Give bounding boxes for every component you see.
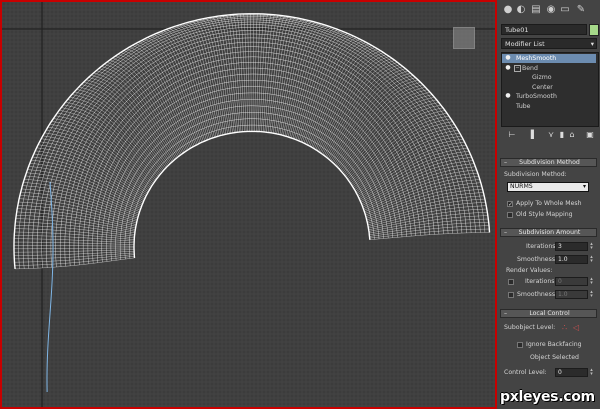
chevron-down-icon: ▾ [590, 40, 594, 48]
render-smoothness-spinner[interactable]: 1.0 [555, 290, 588, 299]
spinner-arrows-icon[interactable]: ▴ ▾ [589, 368, 594, 377]
old-style-mapping-checkbox[interactable] [507, 212, 513, 218]
spinner-arrows-icon[interactable]: ▴ ▾ [589, 290, 594, 299]
object-selected-label: Object Selected [530, 354, 579, 361]
subdivision-method-rollout[interactable]: – Subdivision Method [500, 158, 597, 167]
create-tab-icon[interactable]: ● [502, 4, 514, 16]
trash-icon[interactable]: ⌂ [567, 130, 577, 140]
ignore-backfacing-label: Ignore Backfacing [526, 341, 582, 348]
smoothness-spinner[interactable]: 1.0 [555, 255, 588, 264]
lightbulb-icon[interactable]: ● [505, 55, 511, 61]
show-end-result-icon[interactable]: ▌ [529, 130, 539, 140]
utilities-tab-icon[interactable]: ✎ [575, 4, 587, 16]
spinner-arrows-icon[interactable]: ▴ ▾ [589, 277, 594, 286]
stack-item-label: Gizmo [532, 74, 552, 81]
control-level-spinner[interactable]: 0 [555, 368, 588, 377]
control-level-label: Control Level: [504, 369, 547, 376]
lightbulb-icon[interactable]: ● [505, 93, 511, 99]
hierarchy-tab-icon[interactable]: ▤ [530, 4, 542, 16]
render-iterations-label: Iterations: [525, 278, 557, 285]
old-style-mapping-label: Old Style Mapping [516, 211, 573, 218]
rollout-title: Subdivision Amount [518, 229, 581, 236]
expand-icon[interactable]: − [514, 64, 521, 72]
stack-item-label: Bend [522, 64, 538, 72]
watermark-logo: pxleyes.com [500, 389, 595, 405]
spinner-arrows-icon[interactable]: ▴ ▾ [589, 242, 594, 251]
subobject-level-label: Subobject Level: [504, 324, 556, 331]
apply-whole-mesh-checkbox[interactable]: ✓ [507, 201, 513, 208]
chevron-down-icon: ▾ [582, 183, 586, 190]
subdivision-amount-rollout[interactable]: – Subdivision Amount [500, 228, 597, 237]
remove-modifier-icon[interactable]: ▮ [557, 130, 567, 140]
apply-whole-mesh-label: Apply To Whole Mesh [516, 200, 582, 207]
render-smoothness-label: Smoothness: [517, 291, 558, 298]
perspective-viewport[interactable] [0, 0, 497, 409]
subdivision-method-label: Subdivision Method: [504, 171, 567, 178]
subdivision-method-dropdown[interactable]: NURMS ▾ [507, 182, 589, 192]
stack-item[interactable]: ● TurboSmooth [502, 92, 596, 101]
lightbulb-icon[interactable]: ● [505, 64, 511, 71]
stack-item-label: MeshSmooth [516, 55, 557, 62]
stack-item-label: TurboSmooth [516, 93, 557, 100]
pin-stack-icon[interactable]: ⊢ [507, 130, 517, 140]
object-color-swatch[interactable] [589, 24, 599, 36]
vertex-mode-icon[interactable]: ∴ [562, 323, 567, 332]
ignore-backfacing-checkbox[interactable] [517, 342, 523, 348]
stack-item[interactable]: Gizmo [502, 73, 596, 82]
stack-item[interactable]: ● − Bend [502, 64, 596, 73]
stack-item[interactable]: Center [502, 83, 596, 92]
object-name-field[interactable]: Tube01 [501, 24, 587, 35]
modifier-list-label: Modifier List [505, 40, 545, 48]
render-smoothness-checkbox[interactable] [508, 292, 514, 298]
spinner-arrows-icon[interactable]: ▴ ▾ [589, 255, 594, 264]
motion-tab-icon[interactable]: ◉ [545, 4, 557, 16]
configure-sets-icon[interactable]: ▣ [585, 130, 595, 140]
stack-item-label: Tube [516, 102, 531, 110]
stack-item[interactable]: ● MeshSmooth [502, 54, 596, 63]
iterations-spinner[interactable]: 3 [555, 242, 588, 251]
make-unique-icon[interactable]: ⋎ [546, 130, 556, 140]
command-panel: ● ◐ ▤ ◉ ▭ ✎ Tube01 Modifier List ▾ ● Mesh… [497, 0, 600, 409]
display-tab-icon[interactable]: ▭ [559, 4, 571, 16]
local-control-rollout[interactable]: – Local Control [500, 309, 597, 318]
modifier-stack[interactable]: ● MeshSmooth ● − Bend Gizmo Center ● TurboSmooth… [501, 52, 599, 127]
modify-tab-icon[interactable]: ◐ [515, 4, 527, 16]
rollout-title: Local Control [529, 310, 570, 317]
render-values-label: Render Values: [506, 267, 553, 274]
viewcube-icon[interactable] [453, 27, 475, 49]
stack-item[interactable]: Tube [502, 102, 596, 111]
render-iterations-spinner[interactable]: 0 [555, 277, 588, 286]
wireframe-canvas[interactable] [2, 2, 497, 409]
subdivision-method-value: NURMS [510, 183, 533, 190]
edge-mode-icon[interactable]: ◁ [573, 323, 579, 332]
iterations-label: Iterations: [526, 243, 558, 250]
modifier-list-dropdown[interactable]: Modifier List ▾ [501, 38, 597, 49]
smoothness-label: Smoothness: [517, 256, 558, 263]
render-iterations-checkbox[interactable] [508, 279, 514, 285]
stack-item-label: Center [532, 83, 553, 91]
rollout-title: Subdivision Method [519, 159, 580, 166]
